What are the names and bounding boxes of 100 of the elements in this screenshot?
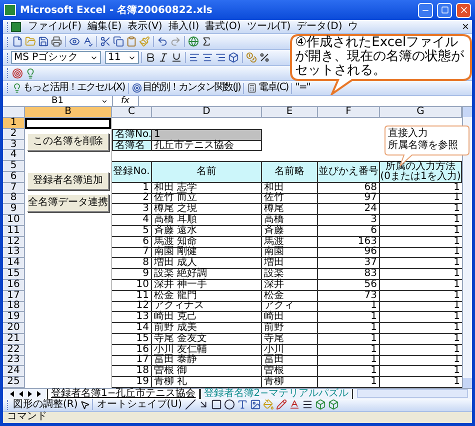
copy-icon[interactable] xyxy=(113,36,124,47)
hyperlink-icon[interactable] xyxy=(188,36,199,47)
menu-item[interactable]: ファイル(F) xyxy=(25,22,85,32)
row-header[interactable]: 18 xyxy=(3,302,25,312)
table-cell: 12 xyxy=(112,302,152,312)
lightbulb-icon[interactable] xyxy=(25,68,36,78)
row-header[interactable]: 7 xyxy=(3,182,25,194)
horizontal-scrollbar[interactable] xyxy=(356,389,468,398)
column-header[interactable]: G xyxy=(380,107,462,118)
font-dropdown[interactable]: MS Pゴシック xyxy=(11,51,101,64)
spellcheck-icon[interactable] xyxy=(82,36,93,47)
workbook-icon[interactable] xyxy=(11,22,21,32)
toolbar-button[interactable]: "=" xyxy=(294,83,311,93)
maximize-icon[interactable] xyxy=(437,2,452,18)
align-right-icon[interactable] xyxy=(215,52,226,63)
row-header[interactable]: 13 xyxy=(3,248,25,258)
line-style-icon[interactable] xyxy=(302,399,313,410)
menu-item[interactable]: データ(D) xyxy=(294,22,346,32)
vertical-scrollbar[interactable] xyxy=(462,107,472,388)
table-cell: 5 xyxy=(112,226,152,236)
sheet-button[interactable]: 登録者名簿追加 xyxy=(27,172,109,190)
line-icon[interactable] xyxy=(184,399,196,410)
arrow-icon[interactable] xyxy=(198,399,209,410)
toolbar-button[interactable]: もっと活用！エクセル(X) xyxy=(11,83,126,93)
row-header[interactable]: 5 xyxy=(3,161,25,172)
text-box-icon[interactable] xyxy=(236,399,248,410)
row-header[interactable]: 2 xyxy=(3,128,25,140)
row-header[interactable]: 9 xyxy=(3,204,25,216)
row-header[interactable]: 17 xyxy=(3,290,25,302)
undo-icon[interactable] xyxy=(157,36,168,47)
percent-icon[interactable] xyxy=(259,52,270,63)
table-cell: 1 xyxy=(318,377,380,387)
name-box[interactable]: B1 xyxy=(3,96,113,106)
align-center-icon[interactable] xyxy=(202,52,213,63)
column-header[interactable]: C xyxy=(112,107,152,118)
row-header[interactable]: 4 xyxy=(3,150,25,162)
sheet-button[interactable]: この名簿を削除 xyxy=(27,132,109,151)
preview-icon[interactable] xyxy=(69,36,80,47)
save-icon[interactable] xyxy=(38,36,49,47)
bold-icon[interactable] xyxy=(145,52,156,63)
menu-item[interactable]: ウ xyxy=(345,22,362,32)
column-header[interactable]: D xyxy=(152,107,262,118)
row-header[interactable]: 20 xyxy=(3,323,25,334)
row-header[interactable]: 14 xyxy=(3,258,25,270)
row-header[interactable]: 24 xyxy=(3,366,25,378)
align-left-icon[interactable] xyxy=(189,52,200,63)
target-icon[interactable] xyxy=(12,68,23,78)
row-header[interactable]: 11 xyxy=(3,226,25,237)
toolbar-button[interactable]: 目的別！カンタン関数(J) xyxy=(130,83,242,93)
row-header[interactable]: 1 xyxy=(3,118,25,129)
menu-item[interactable]: 表示(V) xyxy=(124,22,166,32)
pointer-icon[interactable] xyxy=(80,400,90,410)
row-header[interactable]: 6 xyxy=(3,172,25,183)
line-color-icon[interactable] xyxy=(276,399,287,410)
row-header[interactable]: 21 xyxy=(3,334,25,345)
sum-icon[interactable] xyxy=(201,36,212,47)
font-color-icon[interactable] xyxy=(288,399,300,410)
note-text: 所属名簿を参照 xyxy=(388,140,459,152)
menu-item[interactable]: 編集(E) xyxy=(84,22,125,32)
row-header[interactable]: 23 xyxy=(3,356,25,366)
menu-item[interactable]: ツール(T) xyxy=(244,22,294,32)
toolbar-button[interactable]: オートシェイプ(U) xyxy=(94,399,184,410)
menu-item[interactable]: 書式(O) xyxy=(202,22,244,32)
row-header[interactable]: 12 xyxy=(3,236,25,248)
function-label[interactable]: fx xyxy=(113,96,138,106)
row-header[interactable]: 10 xyxy=(3,215,25,226)
menu-item[interactable]: 挿入(I) xyxy=(165,22,202,32)
underline-icon[interactable] xyxy=(171,52,182,63)
toolbar-button[interactable]: 図形の調整(R) xyxy=(11,399,80,410)
row-header[interactable]: 25 xyxy=(3,377,25,388)
sheet-tab[interactable]: 登録者名簿2−マテリアルパズル xyxy=(200,388,352,399)
fill-color-icon[interactable] xyxy=(262,399,274,410)
minimize-icon[interactable] xyxy=(418,2,433,18)
new-file-icon[interactable] xyxy=(12,36,23,47)
oval-icon[interactable] xyxy=(224,399,235,410)
3d-icon[interactable] xyxy=(328,399,339,410)
table-cell-text: 1 xyxy=(452,204,461,214)
paste-icon[interactable] xyxy=(126,36,137,47)
font-size-dropdown[interactable]: 11 xyxy=(105,51,139,64)
picture-icon[interactable] xyxy=(250,399,261,410)
printer-icon[interactable] xyxy=(51,36,62,47)
column-header[interactable]: E xyxy=(262,107,318,118)
row-header[interactable]: 22 xyxy=(3,344,25,356)
sheet-tab[interactable]: 登録者名簿1−孔丘市テニス協会 xyxy=(47,388,200,399)
row-header[interactable]: 8 xyxy=(3,194,25,204)
column-header[interactable]: F xyxy=(318,107,380,118)
row-header[interactable]: 3 xyxy=(3,140,25,150)
row-header[interactable]: 16 xyxy=(3,280,25,291)
sheet-button[interactable]: 全名簿データ連携 xyxy=(27,194,109,212)
column-header[interactable]: B xyxy=(25,107,112,118)
row-header[interactable]: 15 xyxy=(3,269,25,280)
table-cell: 3 xyxy=(112,204,152,214)
cut-icon[interactable] xyxy=(100,36,111,47)
row-header[interactable]: 19 xyxy=(3,312,25,324)
table-cell: 佐竹 而立 xyxy=(152,194,262,204)
close-icon[interactable] xyxy=(461,22,470,31)
toolbar-button[interactable]: 電卓(C) xyxy=(246,83,290,93)
rectangle-icon[interactable] xyxy=(210,399,222,410)
active-cell[interactable] xyxy=(25,118,111,129)
italic-icon[interactable] xyxy=(158,52,169,63)
